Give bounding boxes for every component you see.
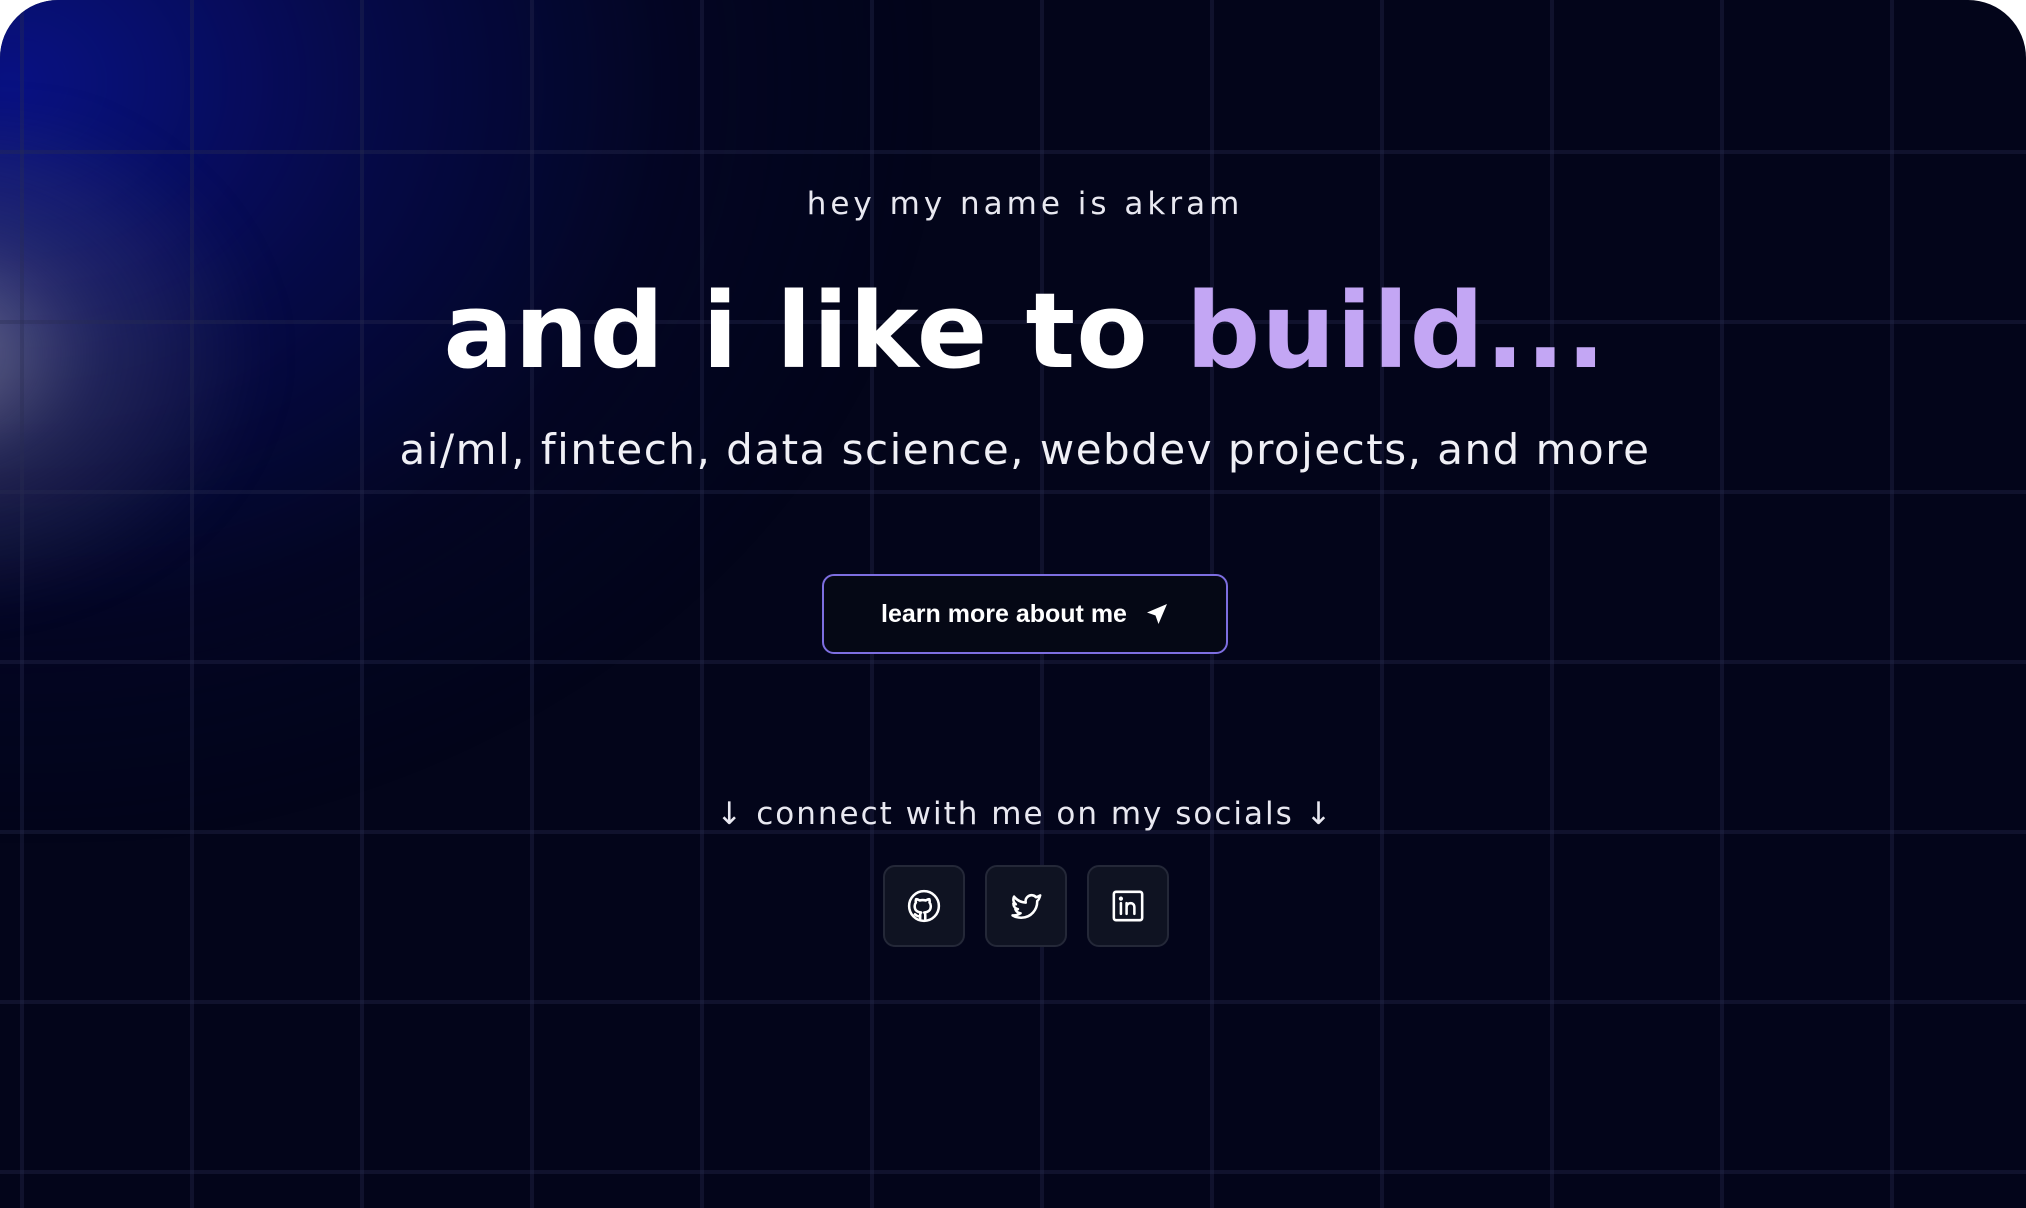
headline-main: and i like to: [443, 270, 1186, 392]
learn-more-label: learn more about me: [881, 599, 1127, 628]
subtitle-text: ai/ml, fintech, data science, webdev pro…: [399, 425, 1651, 474]
social-links: [883, 865, 1169, 947]
headline-accent: build...: [1185, 270, 1607, 392]
linkedin-icon: [1111, 889, 1145, 923]
twitter-button[interactable]: [985, 865, 1067, 947]
page-frame: hey my name is akram and i like to build…: [0, 0, 2026, 1208]
send-icon: [1145, 602, 1169, 626]
hero-section: hey my name is akram and i like to build…: [0, 0, 2026, 1208]
github-button[interactable]: [883, 865, 965, 947]
intro-text: hey my name is akram: [806, 186, 1244, 222]
twitter-icon: [1009, 889, 1043, 923]
socials-heading: ↓ connect with me on my socials ↓: [716, 796, 1334, 832]
page-title: and i like to build...: [0, 270, 2026, 392]
learn-more-button[interactable]: learn more about me: [822, 574, 1228, 654]
linkedin-button[interactable]: [1087, 865, 1169, 947]
github-icon: [907, 889, 941, 923]
